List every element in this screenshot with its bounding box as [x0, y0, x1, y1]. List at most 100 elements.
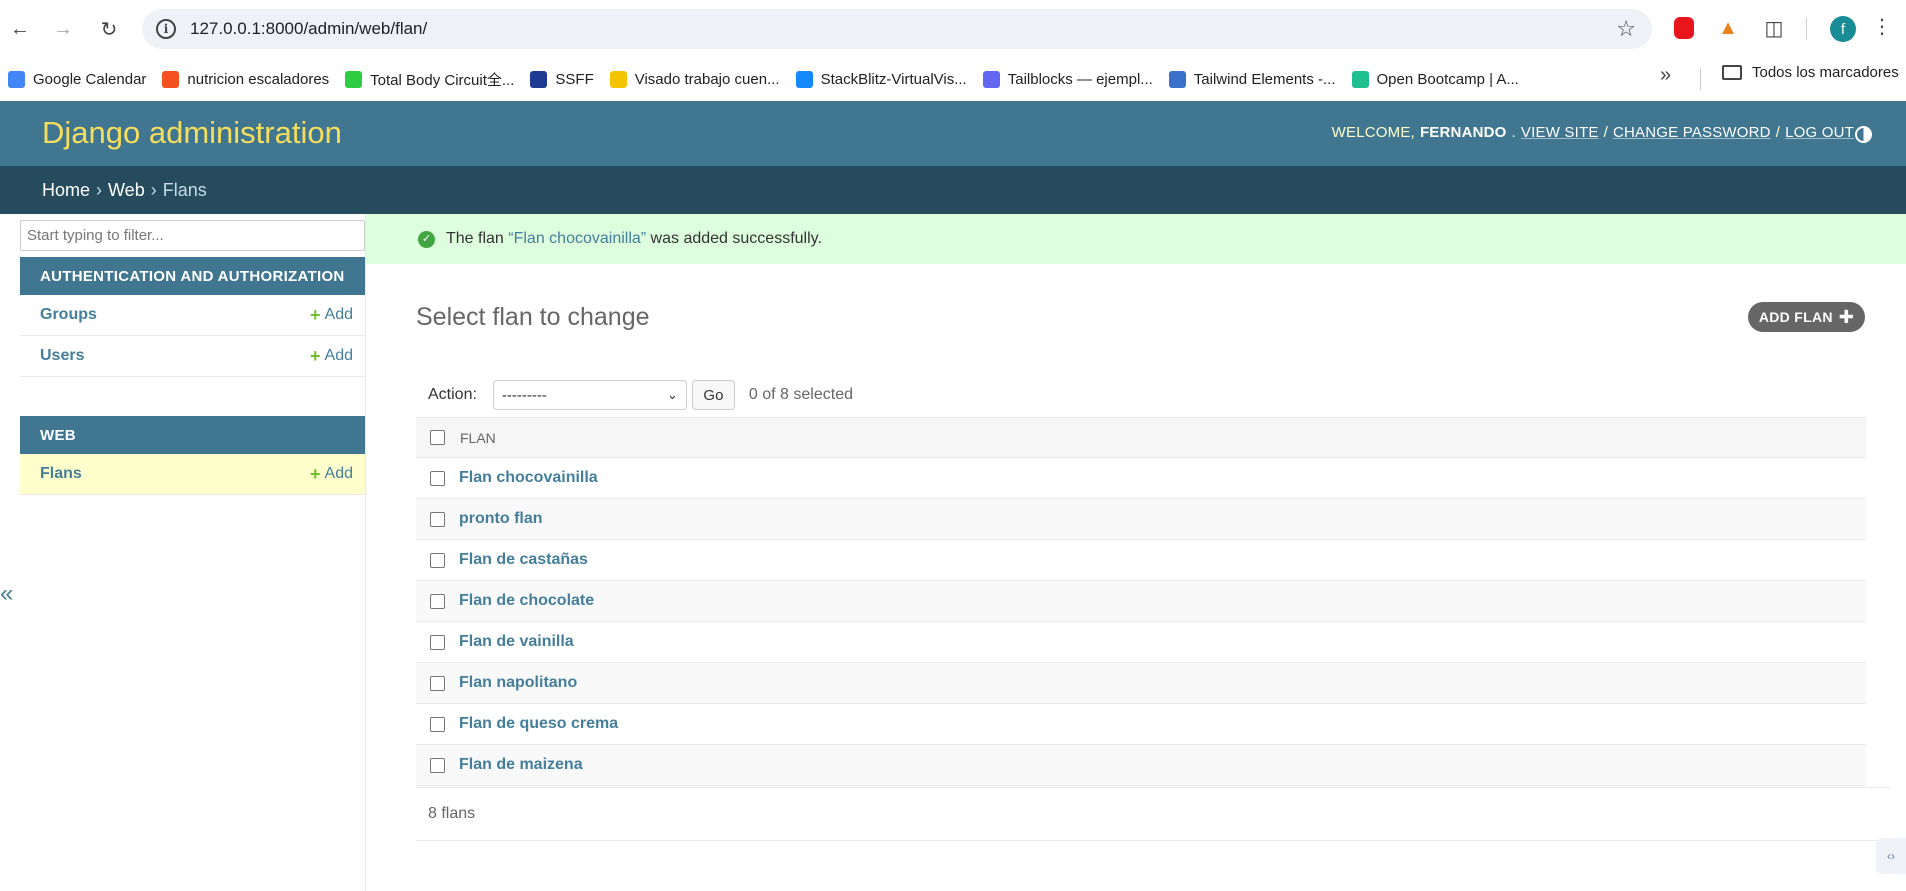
metamask-fox-icon[interactable]: ▲: [1714, 14, 1742, 42]
bookmark-label: Tailblocks — ejempl...: [1007, 71, 1153, 88]
flan-link[interactable]: Flan napolitano: [459, 674, 577, 692]
profile-avatar[interactable]: f: [1830, 16, 1856, 42]
bookmark-favicon-icon: [162, 71, 180, 88]
adblock-extension-icon[interactable]: [1670, 14, 1698, 42]
all-bookmarks-folder[interactable]: Todos los marcadores: [1722, 64, 1899, 81]
actions-bar: Action: --------- ⌄ Go 0 of 8 selected: [416, 372, 1866, 418]
log-out-link[interactable]: LOG OUT: [1785, 124, 1854, 141]
bookmark-item[interactable]: Open Bootcamp | A...: [1344, 65, 1527, 95]
username: FERNANDO: [1419, 124, 1507, 141]
breadcrumb-separator: ›: [96, 179, 103, 200]
add-flan-link[interactable]: + Add: [310, 464, 353, 485]
row-checkbox[interactable]: [430, 552, 445, 568]
table-row: Flan chocovainilla: [416, 458, 1866, 499]
flan-link[interactable]: pronto flan: [459, 510, 543, 528]
all-bookmarks-label: Todos los marcadores: [1752, 64, 1899, 81]
table-row: Flan de queso crema: [416, 704, 1866, 745]
plus-icon: +: [310, 304, 321, 325]
change-password-link[interactable]: CHANGE PASSWORD: [1613, 124, 1771, 141]
success-check-icon: ✓: [418, 231, 435, 248]
groups-link[interactable]: Groups: [40, 306, 97, 324]
bookmark-item[interactable]: Tailwind Elements -...: [1161, 65, 1344, 95]
folder-icon: [1722, 65, 1742, 80]
row-checkbox[interactable]: [430, 593, 445, 609]
row-checkbox[interactable]: [430, 716, 445, 732]
sidebar-collapse-toggle[interactable]: «: [0, 580, 13, 608]
bookmark-item[interactable]: nutricion escaladores: [154, 65, 337, 95]
breadcrumb: Home › Web › Flans: [0, 166, 1906, 214]
view-site-link[interactable]: VIEW SITE: [1521, 124, 1599, 141]
add-label: Add: [324, 306, 353, 323]
flan-link[interactable]: Flan de vainilla: [459, 633, 574, 651]
row-checkbox[interactable]: [430, 675, 445, 691]
bookmark-item[interactable]: Visado trabajo cuen...: [602, 65, 788, 95]
added-flan-link[interactable]: “Flan chocovainilla”: [508, 230, 646, 247]
bookmark-label: Open Bootcamp | A...: [1376, 71, 1519, 88]
reload-icon[interactable]: ↻: [94, 14, 124, 44]
bookmark-label: SSFF: [555, 71, 594, 88]
site-branding[interactable]: Django administration: [42, 115, 342, 151]
bookmarks-bar: Google Calendar nutricion escaladores Tota…: [0, 58, 1906, 101]
table-row: Flan de castañas: [416, 540, 1866, 581]
more-bookmarks-icon[interactable]: »: [1660, 64, 1671, 87]
back-arrow-icon[interactable]: ←: [5, 14, 35, 44]
success-message: ✓ The flan “Flan chocovainilla” was adde…: [366, 214, 1906, 264]
forward-arrow-icon[interactable]: →: [48, 14, 78, 44]
site-info-icon[interactable]: i: [156, 19, 176, 39]
row-checkbox[interactable]: [430, 511, 445, 527]
go-button[interactable]: Go: [691, 380, 735, 410]
bookmark-item[interactable]: Tailblocks — ejempl...: [975, 65, 1161, 95]
bookmark-label: Visado trabajo cuen...: [634, 71, 780, 88]
breadcrumb-current: Flans: [162, 179, 207, 200]
extensions-puzzle-icon[interactable]: ◫: [1760, 14, 1788, 42]
select-all-checkbox[interactable]: [430, 430, 445, 445]
table-row: Flan de vainilla: [416, 622, 1866, 663]
breadcrumb-home[interactable]: Home: [42, 180, 90, 201]
module-caption-auth[interactable]: AUTHENTICATION AND AUTHORIZATION: [20, 257, 365, 295]
bookmark-favicon-icon: [795, 71, 813, 88]
address-bar[interactable]: i 127.0.0.1:8000/admin/web/flan/ ☆: [142, 9, 1652, 49]
add-flan-label: ADD FLAN: [1758, 309, 1833, 325]
flan-link[interactable]: Flan de queso crema: [459, 715, 618, 733]
add-label: Add: [324, 347, 353, 364]
add-group-link[interactable]: + Add: [310, 305, 353, 326]
sidebar-item-flans: Flans + Add: [20, 454, 365, 495]
bookmark-label: Tailwind Elements -...: [1193, 71, 1336, 88]
row-checkbox[interactable]: [430, 634, 445, 650]
add-flan-button[interactable]: ADD FLAN ✚: [1748, 302, 1865, 332]
bookmark-star-icon[interactable]: ☆: [1616, 16, 1636, 42]
page-title: Select flan to change: [416, 303, 650, 331]
plus-icon: +: [310, 345, 321, 366]
side-panel-icon[interactable]: ‹›: [1876, 838, 1906, 874]
breadcrumb-separator: ›: [150, 179, 157, 200]
bookmark-item[interactable]: Google Calendar: [0, 65, 154, 95]
chevron-down-icon: ⌄: [667, 387, 678, 402]
module-caption-web[interactable]: WEB: [20, 416, 365, 454]
flan-link[interactable]: Flan de chocolate: [459, 592, 594, 610]
bookmark-item[interactable]: Total Body Circuit全...: [337, 65, 522, 95]
plus-icon: +: [310, 463, 321, 484]
breadcrumb-web[interactable]: Web: [108, 180, 145, 201]
action-label: Action:: [428, 386, 477, 403]
row-checkbox[interactable]: [430, 757, 445, 773]
bookmark-label: Google Calendar: [33, 71, 147, 88]
sidebar-filter-input[interactable]: [20, 220, 365, 251]
action-select[interactable]: --------- ⌄: [492, 380, 687, 410]
column-header-flan[interactable]: FLAN: [460, 430, 496, 446]
users-link[interactable]: Users: [40, 347, 84, 365]
flan-link[interactable]: Flan de castañas: [459, 551, 588, 569]
bookmark-item[interactable]: SSFF: [522, 65, 601, 95]
table-row: Flan de chocolate: [416, 581, 1866, 622]
flan-link[interactable]: Flan chocovainilla: [459, 469, 598, 487]
bookmark-label: StackBlitz-VirtualVis...: [820, 71, 967, 88]
flan-link[interactable]: Flan de maizena: [459, 756, 583, 774]
browser-menu-icon[interactable]: ⋮: [1872, 14, 1892, 39]
bookmark-item[interactable]: StackBlitz-VirtualVis...: [788, 65, 975, 95]
action-selected-value: ---------: [501, 386, 547, 404]
theme-toggle-icon[interactable]: [1855, 126, 1872, 143]
row-checkbox[interactable]: [430, 470, 445, 486]
url-text[interactable]: 127.0.0.1:8000/admin/web/flan/: [190, 19, 427, 39]
flans-link[interactable]: Flans: [40, 465, 82, 483]
add-user-link[interactable]: + Add: [310, 346, 353, 367]
user-tools: WELCOME, FERNANDO. VIEW SITE / CHANGE PA…: [1331, 124, 1854, 141]
